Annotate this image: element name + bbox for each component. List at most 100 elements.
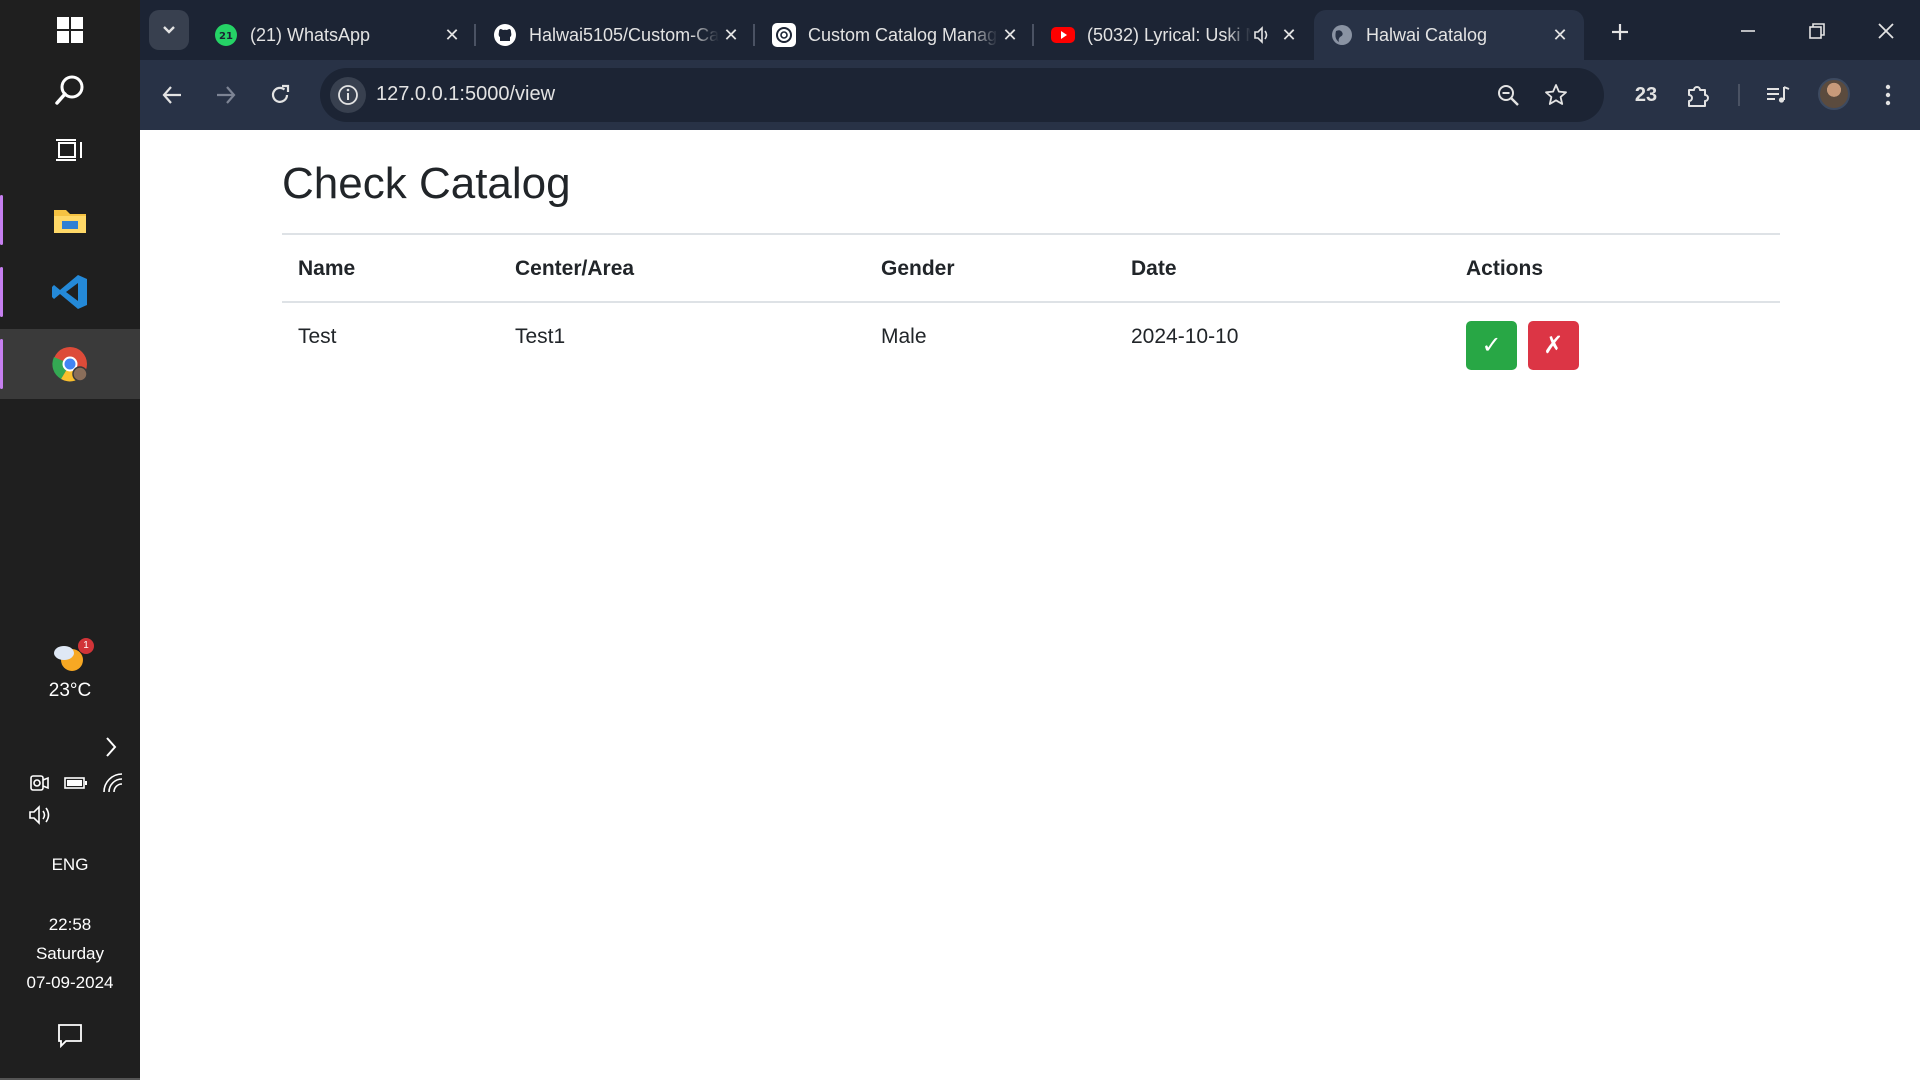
tab-title: Halwai Catalog — [1366, 24, 1488, 45]
tab-youtube[interactable]: (5032) Lyrical: Uski Mohabbat ✕ — [1035, 10, 1313, 60]
cell-area: Test1 — [515, 324, 566, 348]
reload-button[interactable] — [262, 77, 298, 113]
speaker-icon[interactable] — [1251, 23, 1275, 47]
weather-widget[interactable]: 1 23°C — [0, 638, 140, 702]
taskbar-file-explorer[interactable] — [0, 185, 140, 255]
bookmark-button[interactable] — [1540, 79, 1572, 111]
page-viewport: Check Catalog Name Center/Area Gender Da… — [140, 130, 1920, 1080]
youtube-icon — [1051, 23, 1075, 47]
zoom-button[interactable] — [1492, 79, 1524, 111]
chevron-right-icon — [106, 737, 117, 757]
column-header-actions: Actions — [1450, 232, 1780, 303]
zoom-out-icon — [1498, 85, 1519, 106]
tab-title: Halwai5105/Custom-Catalog — [529, 24, 719, 45]
notification-center-button[interactable] — [56, 1022, 84, 1053]
chrome-icon — [52, 347, 88, 382]
restore-button[interactable] — [1800, 14, 1834, 48]
system-tray — [28, 772, 128, 826]
tab-chatgpt[interactable]: Custom Catalog Management ✕ — [756, 10, 1034, 60]
weather-temperature: 23°C — [48, 680, 92, 701]
tab-separator — [1032, 24, 1034, 46]
minimize-icon — [1741, 30, 1755, 32]
media-controls-button[interactable] — [1762, 79, 1794, 111]
tab-search-button[interactable] — [149, 10, 189, 50]
forward-button[interactable] — [208, 77, 244, 113]
folder-icon — [54, 210, 86, 233]
windows-icon — [57, 17, 83, 43]
browser-menu-button[interactable] — [1872, 79, 1904, 111]
globe-icon — [1330, 23, 1354, 47]
close-window-button[interactable] — [1869, 14, 1903, 48]
clock[interactable]: 22:58 Saturday 07-09-2024 — [0, 910, 140, 997]
tab-halwai-catalog[interactable]: Halwai Catalog ✕ — [1314, 10, 1584, 60]
tab-whatsapp[interactable]: 21 (21) WhatsApp ✕ — [198, 10, 476, 60]
whatsapp-icon: 21 — [214, 23, 238, 47]
tab-title: Custom Catalog Management — [808, 24, 998, 45]
github-icon — [493, 23, 517, 47]
close-icon — [1878, 23, 1894, 39]
site-info-button[interactable] — [330, 77, 366, 113]
tab-separator — [753, 24, 755, 46]
close-icon[interactable]: ✕ — [1548, 23, 1572, 47]
table-row: Test Test1 Male 2024-10-10 ✓ ✗ — [282, 302, 1780, 386]
back-button[interactable] — [154, 77, 190, 113]
arrow-left-icon — [162, 86, 181, 104]
taskbar-vscode[interactable] — [0, 257, 140, 327]
new-tab-button[interactable] — [1606, 18, 1634, 46]
page-title: Check Catalog — [282, 159, 571, 208]
weather-badge: 1 — [78, 638, 94, 654]
notification-icon — [58, 1024, 82, 1049]
battery-icon[interactable] — [64, 772, 88, 794]
reload-icon — [271, 84, 290, 103]
catalog-table: Name Center/Area Gender Date Actions Tes… — [282, 232, 1780, 386]
taskbar: 1 23°C ENG 22:58 Saturday 07-09-2024 — [0, 0, 140, 1080]
extension-badge[interactable]: 23 — [1630, 79, 1662, 111]
taskbar-chrome[interactable] — [0, 329, 140, 399]
cell-name: Test — [298, 324, 337, 348]
close-icon[interactable]: ✕ — [719, 23, 743, 47]
extensions-button[interactable] — [1682, 79, 1714, 111]
close-icon[interactable]: ✕ — [1277, 23, 1301, 47]
volume-icon[interactable] — [28, 804, 52, 826]
vscode-icon — [52, 275, 87, 309]
page-container: Check Catalog Name Center/Area Gender Da… — [282, 130, 1780, 386]
weather-icon: 1 — [50, 638, 94, 676]
chevron-down-icon — [163, 26, 175, 34]
cell-actions: ✓ ✗ — [1450, 302, 1780, 386]
column-header-date: Date — [1115, 232, 1450, 303]
tab-title: (21) WhatsApp — [250, 24, 371, 45]
input-language[interactable]: ENG — [0, 855, 140, 875]
browser-toolbar: 127.0.0.1:5000/view 23 — [140, 60, 1920, 130]
info-icon — [338, 85, 358, 105]
address-bar[interactable]: 127.0.0.1:5000/view — [320, 68, 1604, 122]
approve-button[interactable]: ✓ — [1466, 320, 1517, 370]
column-header-gender: Gender — [865, 232, 1115, 303]
profile-avatar[interactable] — [1818, 78, 1850, 110]
close-icon[interactable]: ✕ — [998, 23, 1022, 47]
column-header-name: Name — [282, 232, 499, 303]
tab-title: (5032) Lyrical: Uski Mohabbat — [1087, 24, 1251, 45]
table-header-row: Name Center/Area Gender Date Actions — [282, 232, 1780, 303]
camera-share-icon[interactable] — [28, 772, 50, 794]
clock-time: 22:58 — [48, 915, 92, 934]
tab-github[interactable]: Halwai5105/Custom-Catalog ✕ — [477, 10, 755, 60]
toolbar-separator — [1738, 84, 1740, 106]
clock-date: 07-09-2024 — [26, 973, 114, 992]
close-icon[interactable]: ✕ — [440, 23, 464, 47]
chatgpt-icon — [772, 23, 796, 47]
show-hidden-icons-button[interactable] — [104, 736, 118, 763]
browser-tab-strip: 21 (21) WhatsApp ✕ Halwai5105/Custom-Cat… — [140, 0, 1920, 60]
search-icon — [55, 75, 84, 105]
kebab-menu-icon — [1885, 84, 1891, 106]
svg-text:21: 21 — [219, 31, 233, 42]
restore-icon — [1809, 23, 1825, 39]
url-text[interactable]: 127.0.0.1:5000/view — [376, 83, 555, 106]
plus-icon — [1612, 24, 1628, 40]
search-button[interactable] — [0, 68, 140, 112]
wifi-icon[interactable] — [102, 772, 124, 794]
reject-button[interactable]: ✗ — [1527, 320, 1579, 370]
task-view-icon — [56, 139, 82, 161]
task-view-button[interactable] — [0, 130, 140, 170]
minimize-button[interactable] — [1731, 14, 1765, 48]
start-button[interactable] — [0, 10, 140, 50]
